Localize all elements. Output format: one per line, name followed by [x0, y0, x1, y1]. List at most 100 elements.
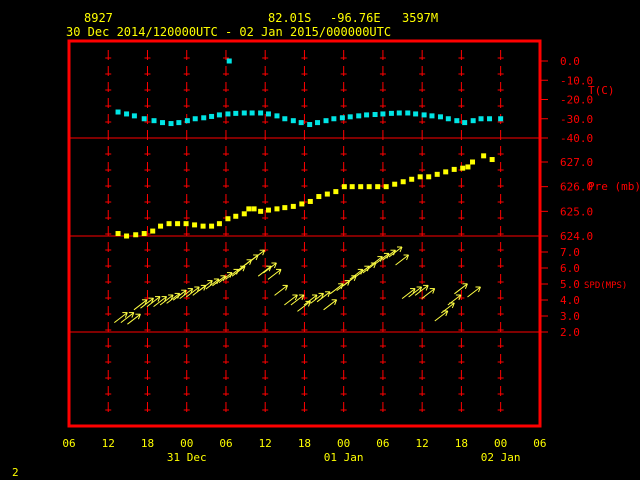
- pressure-point: [225, 216, 231, 222]
- pressure-point: [341, 184, 347, 190]
- date-label: 31 Dec: [167, 451, 207, 464]
- temp-point: [487, 116, 493, 122]
- date-label: 02 Jan: [481, 451, 521, 464]
- temp-point: [160, 120, 166, 126]
- pressure-point: [200, 223, 206, 229]
- x-tick-label: 18: [141, 437, 154, 450]
- temp-tick-label: -30.0: [560, 113, 593, 126]
- temp-point: [498, 116, 504, 122]
- station-lon: -96.76E: [330, 11, 381, 25]
- pressure-series: [115, 153, 495, 239]
- station-id: 8927: [84, 11, 113, 25]
- pressure-point: [166, 221, 172, 227]
- pressure-point: [241, 211, 247, 217]
- temp-point: [380, 111, 386, 117]
- wind-arrow: [369, 256, 383, 267]
- pressure-point: [115, 231, 121, 237]
- temp-point: [372, 112, 378, 118]
- temp-axis-label: T(C): [588, 84, 615, 97]
- temp-point: [396, 110, 402, 116]
- pressure-point: [299, 201, 305, 207]
- pressure-point: [460, 165, 466, 171]
- temp-tick-label: -40.0: [560, 132, 593, 145]
- pressure-point: [349, 184, 355, 190]
- temp-point: [347, 114, 353, 120]
- wind-tick-label: 5.0: [560, 278, 580, 291]
- wind-arrow: [349, 268, 364, 280]
- pressure-point: [265, 207, 271, 213]
- pressure-point: [426, 174, 432, 180]
- pressure-point: [481, 153, 487, 159]
- wind-arrow: [290, 294, 305, 306]
- page-number: 2: [12, 466, 19, 479]
- x-tick-label: 06: [533, 437, 546, 450]
- wind-arrow: [323, 299, 338, 311]
- pressure-point: [124, 233, 130, 239]
- temp-point: [201, 115, 207, 121]
- x-tick-label: 12: [102, 437, 115, 450]
- pres-axis-label: Pre (mb): [588, 180, 640, 193]
- wind-tick-label: 2.0: [560, 326, 580, 339]
- pressure-point: [175, 221, 181, 227]
- wind-tick-label: 4.0: [560, 294, 580, 307]
- temp-point: [323, 118, 329, 124]
- pressure-point: [141, 231, 147, 237]
- temp-point: [478, 116, 484, 122]
- wind-tick-label: 6.0: [560, 262, 580, 275]
- y-axis-ticks: 0.0-10.0-20.0-30.0-40.0627.0626.0625.062…: [540, 55, 593, 339]
- temp-point: [331, 116, 337, 122]
- temp-point: [258, 110, 264, 116]
- pressure-point: [333, 189, 339, 195]
- wind-arrow: [329, 283, 344, 295]
- x-tick-label: 00: [180, 437, 193, 450]
- temp-point: [249, 110, 255, 116]
- x-tick-label: 18: [455, 437, 468, 450]
- x-tick-label: 00: [494, 437, 507, 450]
- wind-arrow: [267, 268, 282, 280]
- x-tick-label: 06: [376, 437, 389, 450]
- wind-arrow: [212, 275, 226, 287]
- temp-point: [364, 112, 370, 118]
- temp-point: [233, 110, 239, 116]
- temp-point: [470, 118, 476, 124]
- wind-axis-label: SPD(MPS): [584, 281, 627, 291]
- temp-point: [429, 113, 435, 119]
- temp-point: [141, 116, 147, 122]
- pres-tick-label: 627.0: [560, 156, 593, 169]
- pressure-point: [150, 228, 156, 234]
- temp-point: [462, 120, 468, 126]
- pressure-point: [451, 166, 457, 172]
- pressure-point: [465, 164, 471, 170]
- temp-point: [241, 110, 247, 116]
- pressure-point: [183, 221, 189, 227]
- temp-tick-label: 0.0: [560, 55, 580, 68]
- temp-point: [282, 116, 288, 122]
- pressure-point: [133, 232, 139, 238]
- temp-point: [388, 110, 394, 116]
- pressure-point: [409, 176, 415, 182]
- time-grid: [105, 50, 504, 415]
- temp-point: [307, 122, 313, 128]
- wind-arrow: [395, 254, 410, 266]
- x-axis-ticks: 06 12 18 00 06 12 18 00 06 12 18 00 06 31 Dec 01 Jan 02…: [62, 437, 546, 464]
- wind-arrow: [274, 284, 289, 296]
- pressure-point: [417, 174, 423, 180]
- temp-point: [421, 112, 427, 118]
- pressure-point: [290, 203, 296, 209]
- pressure-point: [307, 198, 313, 204]
- pressure-point: [246, 206, 252, 212]
- pressure-point: [358, 184, 364, 190]
- wind-arrow: [362, 262, 377, 274]
- temp-point: [131, 113, 137, 119]
- x-tick-label: 00: [337, 437, 350, 450]
- temp-point: [216, 112, 222, 118]
- wind-arrow: [382, 249, 396, 261]
- pres-tick-label: 625.0: [560, 205, 593, 218]
- x-tick-label: 12: [416, 437, 429, 450]
- pressure-point: [158, 223, 164, 229]
- x-tick-label: 06: [62, 437, 75, 450]
- pres-tick-label: 624.0: [560, 230, 593, 243]
- pressure-point: [233, 213, 239, 219]
- temp-point: [454, 118, 460, 124]
- wind-arrow: [388, 246, 403, 258]
